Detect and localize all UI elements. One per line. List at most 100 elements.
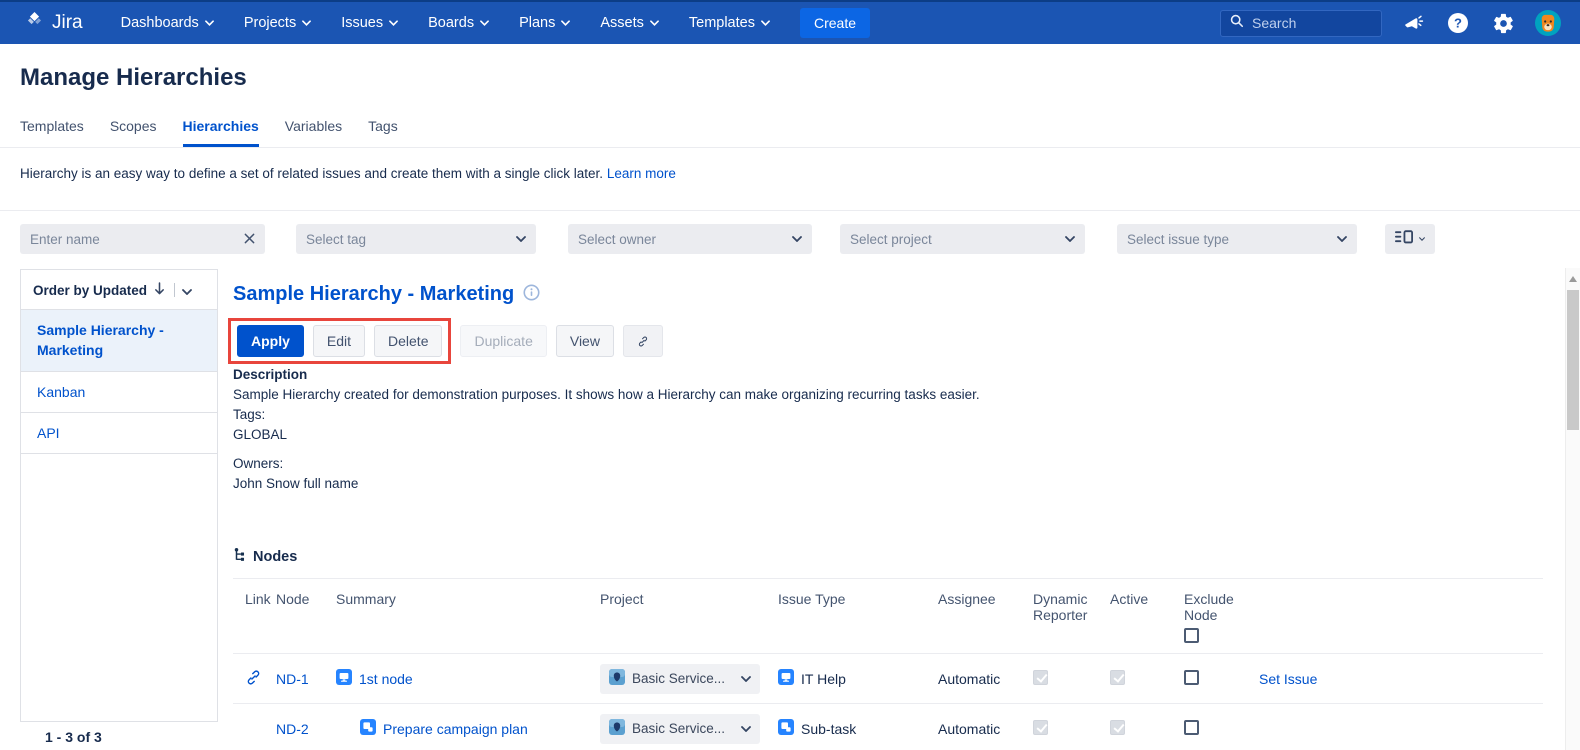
col-project: Project bbox=[600, 591, 778, 607]
exclude-node-checkbox[interactable] bbox=[1184, 720, 1199, 735]
nav-assets[interactable]: Assets bbox=[600, 15, 659, 31]
col-exclude-node: Exclude Node bbox=[1184, 591, 1259, 643]
hierarchy-tree-icon bbox=[233, 547, 247, 566]
col-assignee: Assignee bbox=[938, 591, 1033, 607]
duplicate-button: Duplicate bbox=[460, 325, 546, 357]
name-filter[interactable] bbox=[20, 224, 265, 254]
page-title: Manage Hierarchies bbox=[20, 64, 247, 92]
intro-text: Hierarchy is an easy way to define a set… bbox=[20, 166, 676, 181]
active-checkbox bbox=[1110, 670, 1125, 685]
tab-hierarchies[interactable]: Hierarchies bbox=[183, 118, 259, 147]
assignee-value: Automatic bbox=[938, 721, 1033, 737]
issue-type-value: IT Help bbox=[801, 671, 846, 687]
copy-link-button[interactable] bbox=[623, 325, 663, 357]
pagination-status: 1 - 3 of 3 bbox=[45, 729, 102, 745]
dynamic-reporter-checkbox bbox=[1033, 720, 1048, 735]
issue-type-value: Sub-task bbox=[801, 721, 856, 737]
settings-icon[interactable] bbox=[1489, 9, 1517, 37]
exclude-all-checkbox[interactable] bbox=[1184, 628, 1199, 643]
learn-more-link[interactable]: Learn more bbox=[607, 166, 676, 181]
nav-plans[interactable]: Plans bbox=[519, 15, 570, 31]
subtask-icon bbox=[778, 719, 794, 738]
tags-value: GLOBAL bbox=[233, 425, 980, 445]
sidebar-item-sample-hierarchy-marketing[interactable]: Sample Hierarchy - Marketing bbox=[21, 310, 217, 372]
node-summary-link[interactable]: Prepare campaign plan bbox=[383, 721, 528, 737]
delete-button[interactable]: Delete bbox=[374, 325, 442, 357]
sidebar-item-api[interactable]: API bbox=[21, 413, 217, 454]
layout-view-icon bbox=[1395, 230, 1413, 248]
node-row-nd2: ND-2 Prepare campaign plan Basic Service… bbox=[233, 704, 1543, 750]
jira-logo[interactable]: Jira bbox=[24, 10, 83, 36]
clear-icon[interactable] bbox=[244, 232, 255, 247]
node-id-link[interactable]: ND-2 bbox=[276, 721, 309, 737]
create-button[interactable]: Create bbox=[800, 8, 870, 38]
project-avatar bbox=[609, 719, 625, 738]
it-help-icon bbox=[336, 669, 352, 688]
issue-type-filter-select[interactable]: Select issue type bbox=[1117, 224, 1357, 254]
scroll-up-arrow[interactable] bbox=[1569, 276, 1577, 282]
order-by-control[interactable]: Order by Updated bbox=[21, 270, 217, 310]
set-issue-link[interactable]: Set Issue bbox=[1259, 671, 1317, 687]
owners-label: Owners: bbox=[233, 454, 980, 474]
dynamic-reporter-checkbox bbox=[1033, 670, 1048, 685]
view-switcher-button[interactable] bbox=[1385, 224, 1435, 254]
search-input[interactable] bbox=[1252, 15, 1362, 31]
owners-value: John Snow full name bbox=[233, 474, 980, 494]
owner-filter-select[interactable]: Select owner bbox=[568, 224, 812, 254]
nav-menus: Dashboards Projects Issues Boards Plans … bbox=[121, 15, 770, 31]
project-select[interactable]: Basic Service... bbox=[600, 714, 760, 744]
col-link: Link bbox=[233, 591, 276, 607]
col-summary: Summary bbox=[336, 591, 600, 607]
col-issue-type: Issue Type bbox=[778, 591, 938, 607]
search-icon bbox=[1230, 14, 1244, 33]
node-row-nd1: ND-1 1st node Basic Service... bbox=[233, 654, 1543, 704]
nav-projects[interactable]: Projects bbox=[244, 15, 311, 31]
order-by-chevron-icon[interactable] bbox=[182, 283, 192, 298]
project-avatar bbox=[609, 669, 625, 688]
node-summary-link[interactable]: 1st node bbox=[359, 671, 413, 687]
edit-button[interactable]: Edit bbox=[313, 325, 365, 357]
nav-dashboards[interactable]: Dashboards bbox=[121, 15, 214, 31]
user-avatar[interactable] bbox=[1534, 9, 1562, 37]
subtask-icon bbox=[360, 719, 376, 738]
jira-manage-hierarchies-screen: Jira Dashboards Projects Issues Boards P… bbox=[0, 0, 1580, 750]
active-checkbox bbox=[1110, 720, 1125, 735]
tab-tags[interactable]: Tags bbox=[368, 118, 398, 147]
node-link-icon[interactable] bbox=[233, 669, 276, 689]
tag-filter-select[interactable]: Select tag bbox=[296, 224, 536, 254]
tab-templates[interactable]: Templates bbox=[20, 118, 84, 147]
nav-boards[interactable]: Boards bbox=[428, 15, 489, 31]
megaphone-icon[interactable] bbox=[1399, 9, 1427, 37]
jira-logo-icon bbox=[24, 10, 45, 36]
sidebar-item-kanban[interactable]: Kanban bbox=[21, 372, 217, 413]
nodes-header: Nodes bbox=[233, 547, 1543, 579]
nav-templates[interactable]: Templates bbox=[689, 15, 770, 31]
view-button[interactable]: View bbox=[556, 325, 614, 357]
info-icon[interactable] bbox=[523, 284, 540, 306]
top-navbar: Jira Dashboards Projects Issues Boards P… bbox=[0, 0, 1580, 44]
description-section: Description Sample Hierarchy created for… bbox=[233, 365, 980, 494]
tags-label: Tags: bbox=[233, 405, 980, 425]
sort-direction-icon[interactable] bbox=[154, 282, 165, 298]
brand-name: Jira bbox=[52, 12, 83, 34]
nodes-section: Nodes Link Node Summary Project Issue Ty… bbox=[233, 547, 1543, 750]
exclude-node-checkbox[interactable] bbox=[1184, 670, 1199, 685]
project-select[interactable]: Basic Service... bbox=[600, 664, 760, 694]
divider bbox=[174, 283, 175, 297]
hierarchy-title: Sample Hierarchy - Marketing bbox=[233, 283, 514, 306]
assignee-value: Automatic bbox=[938, 671, 1033, 687]
global-search[interactable] bbox=[1220, 10, 1382, 37]
tab-scopes[interactable]: Scopes bbox=[110, 118, 157, 147]
scrollbar-thumb[interactable] bbox=[1567, 290, 1579, 430]
name-filter-input[interactable] bbox=[30, 232, 244, 247]
description-label: Description bbox=[233, 365, 980, 385]
nav-issues[interactable]: Issues bbox=[341, 15, 398, 31]
nodes-title: Nodes bbox=[253, 549, 297, 565]
apply-button[interactable]: Apply bbox=[237, 325, 304, 357]
annotation-highlight: Apply Edit Delete bbox=[228, 318, 451, 364]
project-filter-select[interactable]: Select project bbox=[840, 224, 1085, 254]
node-id-link[interactable]: ND-1 bbox=[276, 671, 309, 687]
help-icon[interactable]: ? bbox=[1444, 9, 1472, 37]
tab-variables[interactable]: Variables bbox=[285, 118, 342, 147]
vertical-scrollbar[interactable] bbox=[1565, 268, 1580, 750]
